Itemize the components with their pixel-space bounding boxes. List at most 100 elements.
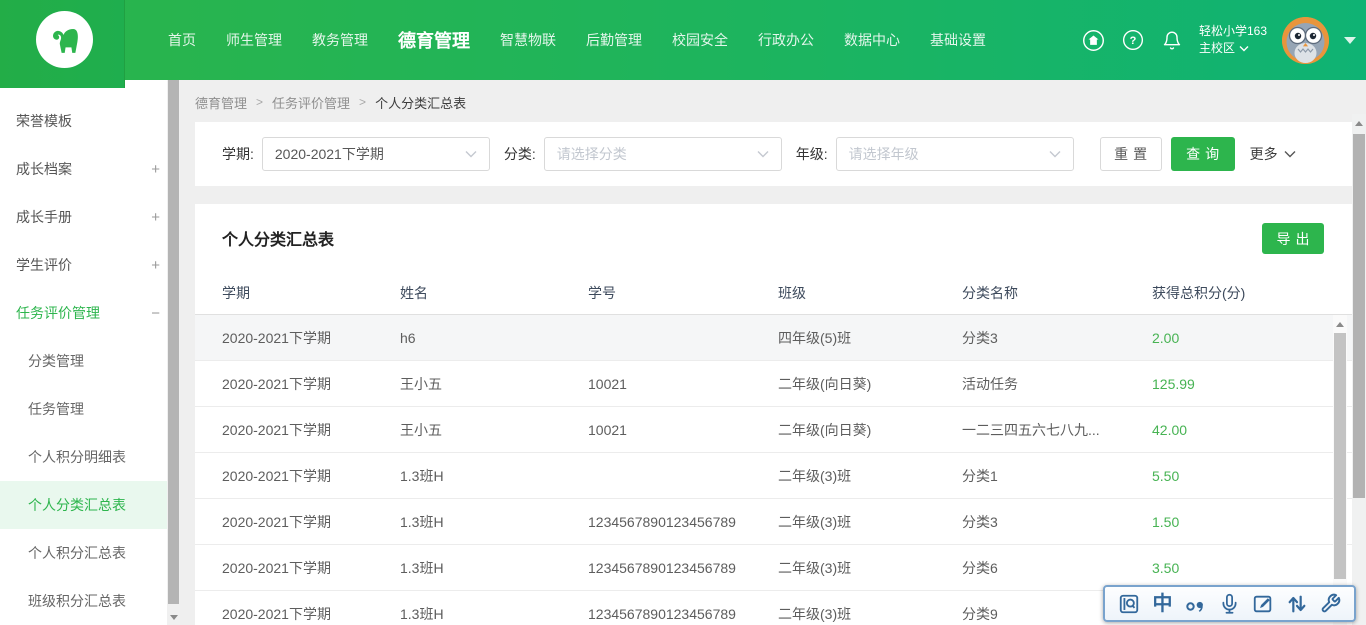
reset-button[interactable]: 重置 xyxy=(1100,137,1162,171)
sidebar-item-growth-archive[interactable]: 成长档案 + xyxy=(0,145,180,193)
sidebar-item-task-evaluation[interactable]: 任务评价管理 − xyxy=(0,289,180,337)
table-scrollbar[interactable] xyxy=(1333,315,1347,625)
scroll-down-arrow-icon[interactable] xyxy=(167,609,180,625)
nav-item-administration[interactable]: 行政办公 xyxy=(758,30,814,50)
nav-item-home[interactable]: 首页 xyxy=(168,30,196,50)
app-logo[interactable] xyxy=(36,11,93,68)
avatar-dropdown-caret[interactable] xyxy=(1344,37,1356,44)
help-icon[interactable]: ? xyxy=(1121,28,1145,52)
cell-name: 1.3班H xyxy=(400,604,588,624)
cell-score: 1.50 xyxy=(1152,514,1352,530)
chevron-down-icon xyxy=(1049,150,1061,158)
breadcrumb-current: 个人分类汇总表 xyxy=(375,93,466,112)
cell-category: 分类1 xyxy=(962,466,1152,486)
nav-item-teacher-student[interactable]: 师生管理 xyxy=(226,30,282,50)
expand-plus-icon: + xyxy=(151,161,160,178)
cell-score: 125.99 xyxy=(1152,376,1352,392)
sidebar-item-class-score-summary[interactable]: 班级积分汇总表 xyxy=(0,577,180,625)
sidebar-item-personal-category-summary[interactable]: 个人分类汇总表 xyxy=(0,481,180,529)
cell-student-id: 10021 xyxy=(588,422,778,438)
chevron-down-icon xyxy=(1284,150,1296,158)
microphone-icon[interactable] xyxy=(1218,591,1242,617)
nav-item-data-center[interactable]: 数据中心 xyxy=(844,30,900,50)
cell-class: 二年级(3)班 xyxy=(778,512,962,532)
sogou-logo-icon[interactable] xyxy=(1117,591,1141,617)
more-filters-toggle[interactable]: 更多 xyxy=(1250,144,1296,164)
punctuation-icon[interactable] xyxy=(1184,591,1208,617)
school-selector[interactable]: 轻松小学163 主校区 xyxy=(1199,23,1267,57)
chevron-down-icon xyxy=(465,150,477,158)
sidebar-item-personal-score-summary[interactable]: 个人积分汇总表 xyxy=(0,529,180,577)
cell-class: 二年级(3)班 xyxy=(778,466,962,486)
category-select[interactable]: 请选择分类 xyxy=(544,137,782,171)
cell-semester: 2020-2021下学期 xyxy=(195,512,400,532)
cell-student-id: 1234567890123456789 xyxy=(588,514,778,530)
summary-table-card: 个人分类汇总表 导出 学期 姓名 学号 班级 分类名称 获得总积分(分) 202… xyxy=(195,204,1352,625)
breadcrumb-item[interactable]: 任务评价管理 xyxy=(272,93,350,112)
cell-name: 王小五 xyxy=(400,374,588,394)
text-direction-icon[interactable] xyxy=(1285,591,1309,617)
column-header-semester: 学期 xyxy=(195,283,400,303)
sidebar-item-growth-handbook[interactable]: 成长手册 + xyxy=(0,193,180,241)
bell-icon[interactable] xyxy=(1160,28,1184,52)
table-header-row: 学期 姓名 学号 班级 分类名称 获得总积分(分) xyxy=(195,272,1352,315)
cell-name: 1.3班H xyxy=(400,466,588,486)
breadcrumb-item[interactable]: 德育管理 xyxy=(195,93,247,112)
cell-semester: 2020-2021下学期 xyxy=(195,328,400,348)
cell-semester: 2020-2021下学期 xyxy=(195,558,400,578)
semester-label: 学期: xyxy=(222,144,254,164)
table-scrollbar-thumb[interactable] xyxy=(1334,333,1346,579)
table-row: 2020-2021下学期 h6 四年级(5)班 分类3 2.00 xyxy=(195,315,1352,361)
main-content: 德育管理 > 任务评价管理 > 个人分类汇总表 学期: 2020-2021下学期… xyxy=(180,80,1352,625)
handwriting-icon[interactable] xyxy=(1251,591,1275,617)
grade-select[interactable]: 请选择年级 xyxy=(836,137,1074,171)
column-header-total-score: 获得总积分(分) xyxy=(1152,283,1352,303)
collapse-minus-icon: − xyxy=(151,305,160,322)
page-scrollbar-thumb[interactable] xyxy=(1353,134,1365,498)
export-button[interactable]: 导出 xyxy=(1262,223,1324,254)
sidebar-item-honor-template[interactable]: 荣誉模板 xyxy=(0,97,180,145)
nav-item-iot[interactable]: 智慧物联 xyxy=(500,30,556,50)
grade-label: 年级: xyxy=(796,144,828,164)
nav-item-moral-education[interactable]: 德育管理 xyxy=(398,27,470,53)
top-navbar: 首页 师生管理 教务管理 德育管理 智慧物联 后勤管理 校园安全 行政办公 数据… xyxy=(0,0,1366,80)
nav-item-logistics[interactable]: 后勤管理 xyxy=(586,30,642,50)
cell-class: 二年级(向日葵) xyxy=(778,420,962,440)
sidebar-scrollbar-thumb[interactable] xyxy=(168,80,179,604)
page-scrollbar[interactable] xyxy=(1352,114,1366,625)
cell-category: 一二三四五六七八九... xyxy=(962,420,1152,440)
semester-select[interactable]: 2020-2021下学期 xyxy=(262,137,490,171)
nav-item-campus-safety[interactable]: 校园安全 xyxy=(672,30,728,50)
cell-student-id: 1234567890123456789 xyxy=(588,606,778,622)
cell-name: h6 xyxy=(400,330,588,346)
sidebar-menu: 荣誉模板 成长档案 + 成长手册 + 学生评价 + 任务评价管理 − 分类管理 … xyxy=(0,80,180,625)
sidebar-item-category-management[interactable]: 分类管理 xyxy=(0,337,180,385)
column-header-student-id: 学号 xyxy=(588,283,778,303)
school-name: 轻松小学163 xyxy=(1199,23,1267,40)
cell-category: 分类3 xyxy=(962,512,1152,532)
wrench-icon[interactable] xyxy=(1318,591,1342,617)
home-icon[interactable] xyxy=(1082,28,1106,52)
filter-bar: 学期: 2020-2021下学期 分类: 请选择分类 年级: 请选择年级 重置 … xyxy=(195,122,1352,186)
sidebar-item-student-evaluation[interactable]: 学生评价 + xyxy=(0,241,180,289)
search-button[interactable]: 查询 xyxy=(1171,137,1235,171)
scroll-up-arrow-icon[interactable] xyxy=(1352,116,1366,130)
user-avatar[interactable] xyxy=(1282,17,1329,64)
cell-semester: 2020-2021下学期 xyxy=(195,604,400,624)
chinese-mode-icon[interactable]: 中 xyxy=(1151,591,1175,617)
breadcrumb: 德育管理 > 任务评价管理 > 个人分类汇总表 xyxy=(195,90,1352,114)
scroll-up-arrow-icon[interactable] xyxy=(1333,317,1347,331)
breadcrumb-separator: > xyxy=(256,95,263,109)
sidebar-item-personal-score-detail[interactable]: 个人积分明细表 xyxy=(0,433,180,481)
cell-name: 1.3班H xyxy=(400,558,588,578)
cell-student-id: 10021 xyxy=(588,376,778,392)
nav-item-basic-settings[interactable]: 基础设置 xyxy=(930,30,986,50)
cell-student-id: 1234567890123456789 xyxy=(588,560,778,576)
ime-toolbar: 中 xyxy=(1103,585,1356,622)
nav-item-academic[interactable]: 教务管理 xyxy=(312,30,368,50)
sidebar-scrollbar[interactable] xyxy=(167,80,180,625)
table-body: 2020-2021下学期 h6 四年级(5)班 分类3 2.00 2020-20… xyxy=(195,315,1352,625)
sidebar-item-task-management[interactable]: 任务管理 xyxy=(0,385,180,433)
cell-score: 42.00 xyxy=(1152,422,1352,438)
cell-semester: 2020-2021下学期 xyxy=(195,420,400,440)
